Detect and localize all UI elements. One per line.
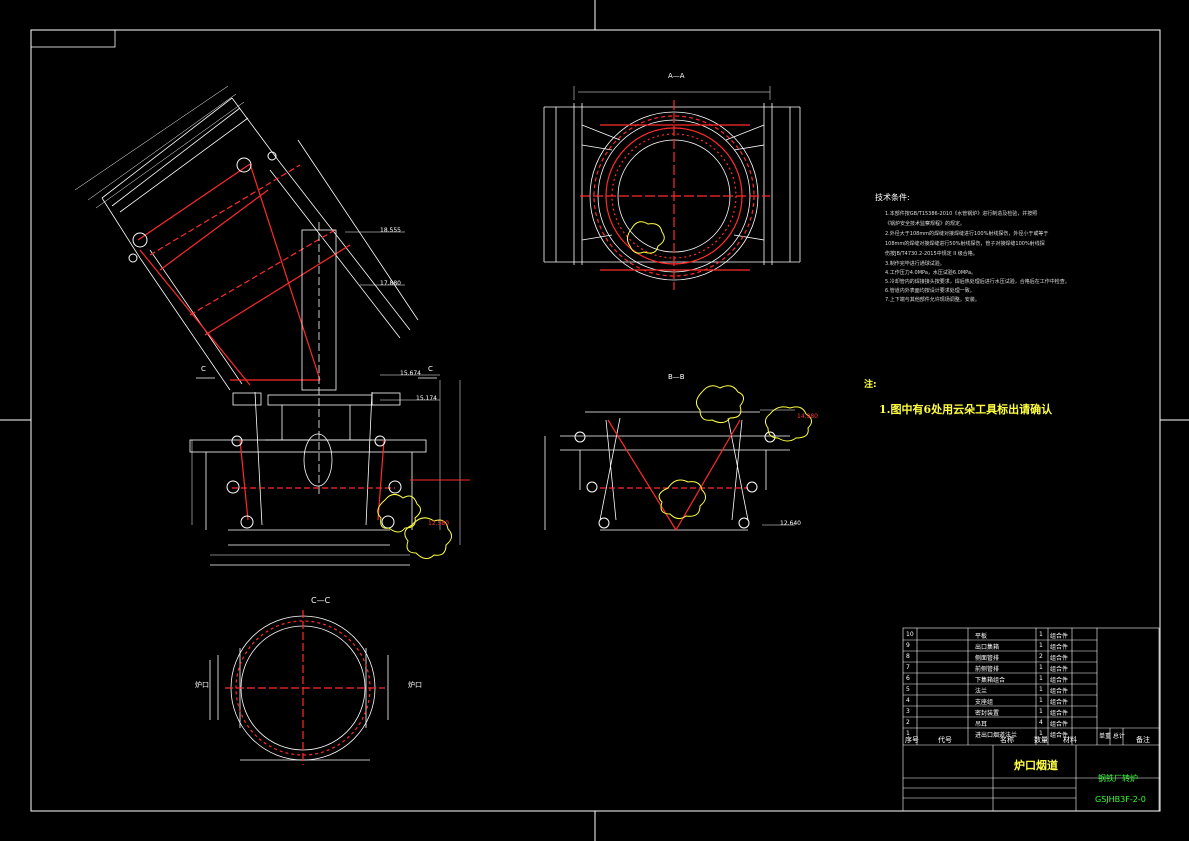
section-mark-c-right: C [428, 365, 433, 373]
tech-note-line: 4.工作压力4.0MPa，水压试验6.0MPa。 [885, 270, 977, 276]
bom-row-no: 8 [906, 653, 910, 660]
revision-cloud [626, 221, 665, 254]
bom-row-name: 平板 [975, 633, 988, 640]
section-label-a-a: A—A [668, 72, 685, 80]
remark-text: 1.图中有6处用云朵工具标出请确认 [879, 403, 1053, 416]
bom-row-qty: 2 [1039, 653, 1043, 660]
section-label-c-c: C—C [311, 596, 331, 605]
main-elevation-view [74, 85, 470, 566]
furnace-mouth-left: 炉口 [195, 681, 209, 689]
elevation-label: 18.555 [380, 227, 401, 234]
bom-header-seq: 序号 [905, 736, 919, 744]
bom-header-code: 代号 [938, 736, 952, 744]
bom-row-qty: 1 [1039, 642, 1043, 649]
remark-title: 注: [864, 380, 877, 390]
elevation-label: 15.674 [400, 370, 421, 377]
tech-note-line: 108mm的焊缝对接焊缝进行50%射线探伤，管子对接焊缝100%射线探 [885, 241, 1045, 247]
bom-row-name: 前侧管排 [975, 666, 1000, 673]
bom-row-no: 7 [906, 664, 910, 671]
bom-row-mat: 组合件 [1050, 677, 1069, 684]
bom-row-mat: 组合件 [1050, 666, 1069, 673]
bom-row-no: 5 [906, 686, 910, 693]
bom-header-remark: 备注 [1136, 736, 1150, 744]
revision-cloud [696, 385, 744, 424]
bom-row-qty: 1 [1039, 697, 1043, 704]
tech-note-line: 6.管道内外表面均按设计要求处理一致。 [885, 288, 975, 294]
tech-note-line: 7.上下端与其他部件允许现场调整，安装。 [885, 297, 980, 303]
bom-row-qty: 1 [1039, 708, 1043, 715]
bom-row-name: 密封装置 [975, 710, 1000, 717]
drawing-code: GSJHB3F-2-0 [1095, 795, 1146, 804]
tech-note-line: 伤按JB/T4730.2-2015中规定 II 级合格。 [885, 251, 978, 257]
section-c-c-view [209, 610, 389, 765]
bom-row-no: 6 [906, 675, 910, 682]
furnace-mouth-right: 炉口 [408, 681, 422, 689]
bom-row-mat: 组合件 [1050, 721, 1069, 728]
section-mark-c-left: C [201, 365, 206, 373]
bom-row-mat: 组合件 [1050, 655, 1069, 662]
tech-note-line: 1.本部件按GB/T15386-2010《水管锅炉》进行制造及检验，并按照 [885, 211, 1038, 217]
bom-row-no: 10 [906, 631, 914, 638]
section-a-a-view [543, 86, 801, 290]
bom-row-no: 2 [906, 719, 910, 726]
bom-header-qty: 数量 [1034, 736, 1048, 744]
bom-row-name: 吊耳 [975, 721, 988, 728]
bom-header-material: 材料 [1063, 736, 1077, 744]
section-b-b-view [544, 385, 812, 531]
elevation-label: 14.980 [797, 413, 818, 420]
bom-row-name: 出口集箱 [975, 644, 1000, 651]
bom-row-name: 下集箱组合 [975, 677, 1006, 684]
bom-row-no: 3 [906, 708, 910, 715]
tech-note-line: 《锅炉安全技术监察规程》的规定。 [885, 221, 966, 227]
elevation-label: 17.880 [380, 280, 401, 287]
company-name: 钢铁厂转炉 [1098, 774, 1138, 783]
bom-header-name: 名称 [1000, 736, 1014, 744]
bom-row-qty: 4 [1039, 719, 1043, 726]
tech-notes-title: 技术条件: [875, 193, 910, 202]
bom-row-no: 4 [906, 697, 910, 704]
elevation-label: 15.174 [416, 395, 437, 402]
drawing-title: 炉口烟道 [1014, 759, 1058, 772]
bom-row-mat: 组合件 [1050, 644, 1069, 651]
bom-row-no: 9 [906, 642, 910, 649]
elevation-label: 12.580 [428, 520, 449, 527]
bom-header-weight: 单重 总计 [1099, 733, 1125, 740]
bom-row-qty: 1 [1039, 686, 1043, 693]
bom-row-mat: 组合件 [1050, 710, 1069, 717]
bom-row-qty: 1 [1039, 631, 1043, 638]
bom-row-mat: 组合件 [1050, 633, 1069, 640]
bom-row-mat: 组合件 [1050, 699, 1069, 706]
bom-row-name: 侧面管排 [975, 655, 1000, 662]
corner-box [30, 29, 116, 48]
bom-row-name: 支座组 [975, 699, 994, 706]
bom-row-qty: 1 [1039, 664, 1043, 671]
tech-note-line: 5.冷却管内的焊接接头按要求，焊后热处理后进行水压试验，合格后在工作中检查。 [885, 279, 1070, 285]
tech-note-line: 3.制作完毕进行通球试验。 [885, 261, 945, 267]
elevation-label: 12.640 [780, 520, 801, 527]
section-label-b-b: B—B [668, 373, 685, 381]
bom-row-name: 法兰 [975, 688, 988, 695]
bom-row-qty: 1 [1039, 675, 1043, 682]
cad-drawing [0, 0, 1189, 841]
bom-row-mat: 组合件 [1050, 688, 1069, 695]
tech-note-line: 2.外径大于108mm的焊缝对接焊缝进行100%射线探伤，外径小于或等于 [885, 231, 1049, 237]
